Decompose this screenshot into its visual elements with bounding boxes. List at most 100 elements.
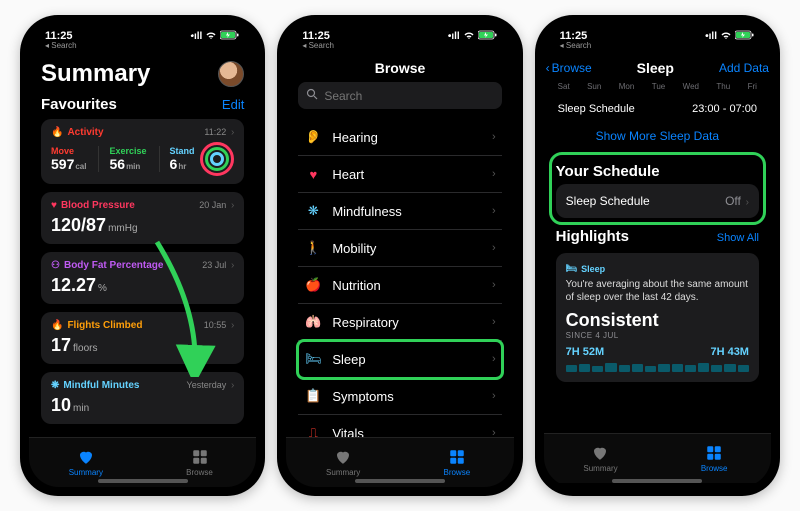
browse-list: 👂Hearing›♥Heart›❋Mindfulness›🚶Mobility›🍎… [298,119,501,437]
back-to-search[interactable]: ◂ Search [560,42,592,51]
phone-summary: 11:25 ◂ Search •ıll Summary Favourites E… [20,15,265,496]
day-label: Wed [683,82,699,91]
show-all-link[interactable]: Show All [717,232,759,244]
flame-icon: 🔥 [51,320,63,331]
browse-item-nutrition[interactable]: 🍎 Nutrition › [298,267,501,304]
ear-icon: 👂 [304,128,322,146]
day-label: Fri [748,82,757,91]
blood-pressure-card[interactable]: ♥Blood Pressure20 Jan › 120/87mmHg [41,192,244,244]
battery-icon [735,30,755,43]
mindfulness-icon: ❋ [51,380,59,391]
browse-item-label: Respiratory [332,315,398,330]
bed-icon: 🛏 [566,263,577,274]
sleep-schedule-card[interactable]: Sleep Schedule Off › [556,184,759,218]
day-label: Thu [716,82,730,91]
browse-item-respiratory[interactable]: 🫁 Respiratory › [298,304,501,341]
back-to-search[interactable]: ◂ Search [302,42,334,51]
blood-pressure-label: ♥Blood Pressure [51,200,135,211]
heart-filled-icon [333,448,353,466]
highlights-header: Highlights [556,228,629,245]
activity-rings-icon [200,142,234,176]
chevron-right-icon: › [228,320,234,331]
notch [88,15,198,37]
chevron-right-icon: › [492,205,496,217]
mindful-minutes-card[interactable]: ❋Mindful MinutesYesterday › 10min [41,372,244,424]
flights-climbed-card[interactable]: 🔥Flights Climbed10:55 › 17floors [41,312,244,364]
search-input[interactable] [324,89,493,103]
highlight-card[interactable]: 🛏Sleep You're averaging about the same a… [556,253,759,382]
browse-item-mobility[interactable]: 🚶Mobility› [298,230,501,267]
chevron-right-icon: › [743,197,749,208]
chevron-right-icon: › [492,279,496,291]
browse-item-label: Hearing [332,130,378,145]
phone-browse: 11:25◂ Search •ıll Browse 👂Hearing›♥Hear… [277,15,522,496]
annotation-highlight: Your Schedule Sleep Schedule Off › [552,155,763,222]
chevron-right-icon: › [228,200,234,211]
browse-item-vitals[interactable]: ⎍ Vitals › [298,415,501,437]
notch [345,15,455,37]
browse-item-label: Mobility [332,241,376,256]
grid-icon [704,444,724,462]
edit-button[interactable]: Edit [222,97,244,112]
chevron-right-icon: › [492,427,496,437]
tab-bar: Summary Browse [544,433,771,483]
show-more-sleep-data-link[interactable]: Show More Sleep Data [556,121,759,153]
activity-card[interactable]: 🔥Activity 11:22 › Move597cal Exercise56m… [41,119,244,184]
day-label: Sat [558,82,570,91]
tab-browse[interactable]: Browse [657,434,771,483]
wifi-icon [205,31,217,43]
wifi-icon [463,31,475,43]
browse-item-heart[interactable]: ♥Heart› [298,156,501,193]
chevron-right-icon: › [492,316,496,328]
chevron-right-icon: › [228,127,234,138]
profile-avatar[interactable] [218,61,244,87]
browse-item-label: Sleep [332,352,365,367]
body-fat-card[interactable]: ⚇Body Fat Percentage23 Jul › 12.27% [41,252,244,304]
search-field[interactable] [298,82,501,109]
chevron-right-icon: › [492,168,496,180]
lungs-icon: 🫁 [304,313,322,331]
clipboard-icon: 📋 [304,387,322,405]
flights-label: 🔥Flights Climbed [51,320,142,331]
your-schedule-header: Your Schedule [556,163,660,180]
flame-icon: 🔥 [51,127,63,138]
waveform-icon: ⎍ [304,424,322,437]
body-fat-label: ⚇Body Fat Percentage [51,260,163,271]
grid-icon [190,448,210,466]
day-label: Tue [652,82,666,91]
home-indicator[interactable] [98,479,188,483]
browse-item-hearing[interactable]: 👂 Hearing › [298,119,501,156]
chevron-right-icon: › [492,131,496,143]
browse-item-label: Vitals [332,426,364,438]
page-title: Summary [41,60,150,88]
tab-summary[interactable]: Summary [544,434,658,483]
flower-icon: ❋ [304,202,322,220]
search-icon [306,88,318,103]
heart-filled-icon [76,448,96,466]
back-button[interactable]: ‹ Browse [546,61,592,75]
apple-icon: 🍎 [304,276,322,294]
back-to-search[interactable]: ◂ Search [45,42,77,51]
heart-filled-icon [590,444,610,462]
browse-item-sleep[interactable]: 🛏Sleep› [298,341,501,378]
day-label: Sun [587,82,601,91]
chevron-left-icon: ‹ [546,61,550,75]
sleep-schedule-info: Sleep Schedule 23:00 - 07:00 [556,97,759,121]
chevron-right-icon: › [228,380,234,391]
browse-item-label: Nutrition [332,278,380,293]
notch [602,15,712,37]
page-title: Sleep [637,60,674,76]
home-indicator[interactable] [612,479,702,483]
chevron-right-icon: › [492,353,496,365]
browse-item-symptoms[interactable]: 📋Symptoms› [298,378,501,415]
page-title: Browse [286,56,513,82]
home-indicator[interactable] [355,479,445,483]
browse-item-label: Symptoms [332,389,393,404]
day-axis: SatSunMonTueWedThuFri [556,82,759,97]
wifi-icon [720,31,732,43]
person-icon: ⚇ [51,260,60,271]
browse-item-mindfulness[interactable]: ❋Mindfulness› [298,193,501,230]
heart-icon: ♥ [51,200,57,211]
chevron-right-icon: › [492,242,496,254]
add-data-button[interactable]: Add Data [719,61,769,75]
